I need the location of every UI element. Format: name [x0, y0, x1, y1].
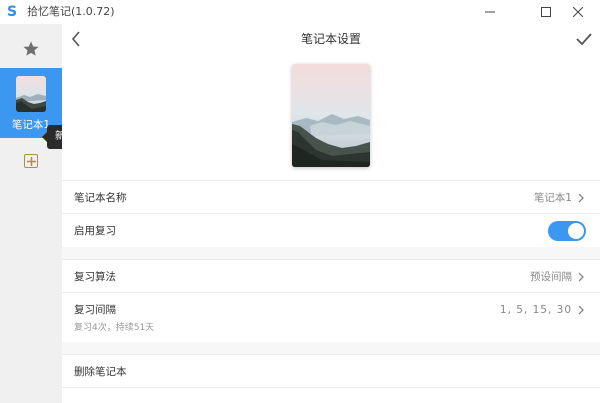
settings-panel: 笔记本设置 笔记本名称 笔记本1 启用复习 复习算法 预设间隔 复习间隔 复习4… — [62, 24, 600, 403]
close-button[interactable] — [556, 0, 600, 24]
notebook-cover-image[interactable] — [292, 64, 370, 167]
add-notebook-button[interactable] — [24, 154, 38, 168]
page-title: 笔记本设置 — [300, 32, 361, 46]
chevron-right-icon — [576, 303, 586, 317]
delete-notebook-row[interactable]: 删除笔记本 — [62, 354, 600, 388]
review-interval-summary: 复习4次，持续51天 — [74, 323, 155, 333]
check-icon — [576, 33, 592, 46]
review-algorithm-value: 预设间隔 — [530, 271, 572, 283]
minimize-button[interactable] — [468, 0, 512, 24]
mountain-landscape-image — [16, 76, 46, 112]
review-interval-row[interactable]: 复习间隔 复习4次，持续51天 1, 5, 15, 30 — [62, 292, 600, 342]
enable-review-row: 启用复习 — [62, 213, 600, 247]
close-icon — [573, 7, 583, 17]
delete-notebook-label: 删除笔记本 — [74, 366, 127, 378]
favorites-button[interactable] — [20, 38, 42, 60]
app-logo-icon: S — [7, 4, 18, 20]
notebook-name-label: 笔记本名称 — [74, 192, 127, 204]
plus-square-icon — [26, 156, 36, 166]
star-icon — [23, 41, 39, 56]
sidebar: 笔记本1 — [0, 24, 62, 403]
review-algorithm-row[interactable]: 复习算法 预设间隔 — [62, 259, 600, 292]
enable-review-label: 启用复习 — [74, 225, 116, 237]
mountain-landscape-image — [292, 64, 370, 167]
title-bar: S 拾忆笔记(1.0.72) — [0, 0, 600, 24]
chevron-right-icon — [576, 191, 586, 205]
window-title: 拾忆笔记(1.0.72) — [27, 5, 115, 18]
review-algorithm-label: 复习算法 — [74, 271, 116, 283]
minimize-icon — [485, 11, 495, 13]
notebook-name-row[interactable]: 笔记本名称 笔记本1 — [62, 180, 600, 213]
review-interval-label: 复习间隔 — [74, 304, 116, 316]
section-divider — [62, 247, 600, 259]
section-divider — [62, 342, 600, 354]
notebook-name-value: 笔记本1 — [533, 192, 572, 204]
enable-review-toggle[interactable] — [548, 221, 586, 241]
toggle-knob — [568, 223, 584, 239]
maximize-icon — [541, 7, 551, 17]
chevron-right-icon — [576, 270, 586, 284]
review-interval-value: 1, 5, 15, 30 — [499, 304, 572, 316]
confirm-button[interactable] — [574, 28, 594, 50]
notebook-cover-thumbnail — [16, 76, 46, 112]
